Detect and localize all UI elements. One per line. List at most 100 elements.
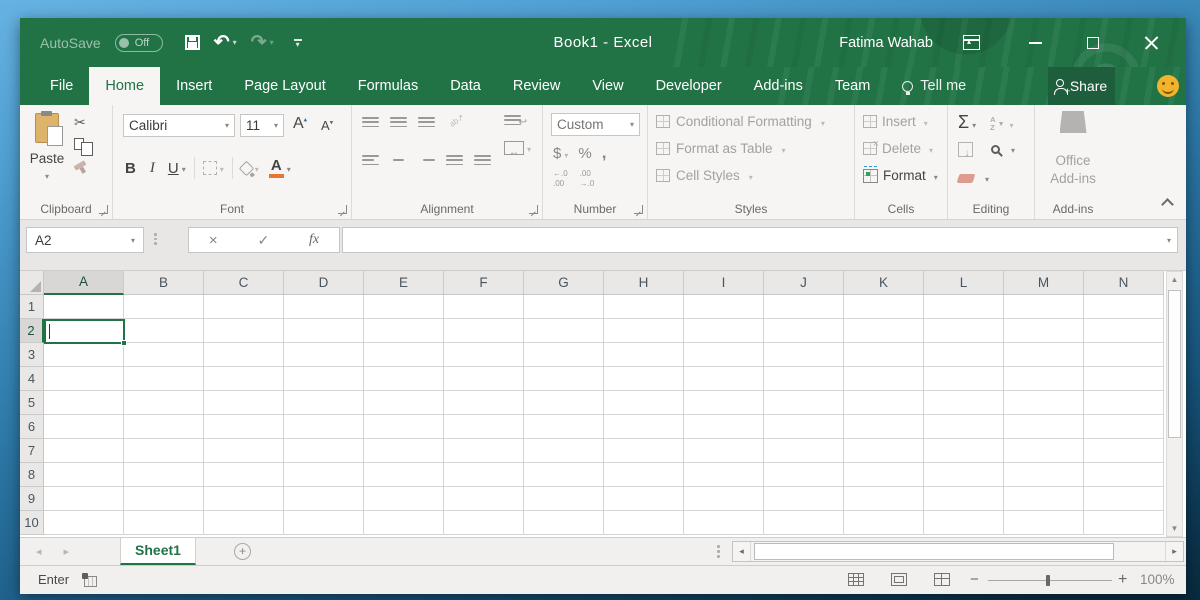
insert-function-button[interactable]: fx <box>309 232 319 248</box>
format-cells-button[interactable]: Format <box>863 168 938 183</box>
font-color-caret-icon[interactable] <box>284 159 291 177</box>
maximize-button[interactable] <box>1070 18 1116 67</box>
formula-bar-expand-icon[interactable]: ▾ <box>1167 236 1171 245</box>
row-header[interactable]: 7 <box>20 439 44 463</box>
row-header[interactable]: 4 <box>20 367 44 391</box>
tab-formulas[interactable]: Formulas <box>342 67 434 105</box>
undo-button[interactable]: ↶ ▾ <box>214 33 237 52</box>
formula-bar-input[interactable]: ▾ <box>342 227 1178 253</box>
save-icon[interactable] <box>185 35 200 50</box>
column-header[interactable]: J <box>764 271 844 295</box>
borders-caret-icon[interactable] <box>217 159 224 177</box>
copy-icon[interactable] <box>74 138 84 150</box>
column-header[interactable]: K <box>844 271 924 295</box>
orientation-icon[interactable] <box>444 111 466 132</box>
sheet-nav-right-icon[interactable]: ▸ <box>64 545 70 558</box>
name-box-splitter[interactable] <box>154 233 157 245</box>
decrease-indent-icon[interactable] <box>446 155 463 165</box>
vertical-scrollbar[interactable]: ▲ ▼ <box>1166 271 1183 537</box>
ribbon-display-options-icon[interactable] <box>963 35 980 50</box>
macro-record-icon[interactable] <box>84 576 97 587</box>
page-break-preview-icon[interactable] <box>934 573 950 586</box>
align-right-icon[interactable] <box>418 155 435 165</box>
conditional-formatting-button[interactable]: Conditional Formatting <box>656 114 825 129</box>
comma-format-icon[interactable]: , <box>602 143 607 163</box>
tab-home[interactable]: Home <box>89 67 160 105</box>
row-header[interactable]: 3 <box>20 343 44 367</box>
delete-cells-button[interactable]: Delete <box>863 141 933 156</box>
tab-view[interactable]: View <box>576 67 639 105</box>
column-header[interactable]: B <box>124 271 204 295</box>
grow-font-button[interactable]: A▴ <box>293 115 307 133</box>
normal-view-icon[interactable] <box>848 573 864 586</box>
underline-caret-icon[interactable] <box>179 159 186 177</box>
clipboard-dialog-launcher-icon[interactable] <box>99 205 108 214</box>
tab-page-layout[interactable]: Page Layout <box>228 67 341 105</box>
row-header[interactable]: 1 <box>20 295 44 319</box>
align-bottom-icon[interactable] <box>418 117 435 127</box>
tab-file[interactable]: File <box>34 67 89 105</box>
zoom-slider-thumb[interactable] <box>1046 575 1050 586</box>
format-as-table-button[interactable]: Format as Table <box>656 141 786 156</box>
number-format-select[interactable]: Custom ▾ <box>551 113 640 136</box>
close-button[interactable] <box>1128 18 1174 67</box>
tab-add-ins[interactable]: Add-ins <box>738 67 819 105</box>
scroll-left-icon[interactable]: ◂ <box>733 542 751 561</box>
autosave-toggle[interactable]: Off <box>115 34 163 52</box>
new-sheet-button[interactable]: + <box>234 543 251 560</box>
column-header[interactable]: H <box>604 271 684 295</box>
font-color-button[interactable]: A <box>269 159 284 178</box>
sheet-tab-sheet1[interactable]: Sheet1 <box>120 538 196 565</box>
underline-button[interactable]: U <box>168 160 179 177</box>
tab-data[interactable]: Data <box>434 67 497 105</box>
row-header[interactable]: 6 <box>20 415 44 439</box>
increase-indent-icon[interactable] <box>474 155 491 165</box>
cut-icon[interactable]: ✂ <box>74 115 86 129</box>
sort-filter-button[interactable]: AZ ▼ <box>990 115 1013 133</box>
insert-cells-button[interactable]: Insert <box>863 114 928 129</box>
page-layout-view-icon[interactable] <box>891 573 907 586</box>
zoom-out-button[interactable]: − <box>970 566 979 593</box>
cancel-entry-button[interactable]: × <box>209 232 218 249</box>
accounting-format-icon[interactable]: $ <box>553 145 568 162</box>
font-dialog-launcher-icon[interactable] <box>338 205 347 214</box>
row-header[interactable]: 5 <box>20 391 44 415</box>
find-select-button[interactable] <box>991 145 1000 154</box>
collapse-ribbon-icon[interactable] <box>1161 198 1174 211</box>
alignment-dialog-launcher-icon[interactable] <box>529 205 538 214</box>
sheet-nav-left-icon[interactable]: ◂ <box>36 545 42 558</box>
font-size-select[interactable]: 11 ▾ <box>240 114 284 137</box>
select-all-corner[interactable] <box>20 271 44 295</box>
column-header[interactable]: F <box>444 271 524 295</box>
increase-decimal-icon[interactable]: ←.0 .00 <box>553 169 568 190</box>
fill-button[interactable] <box>958 142 973 157</box>
row-header[interactable]: 2 <box>20 319 44 343</box>
merge-caret-icon[interactable] <box>524 139 531 157</box>
decrease-decimal-icon[interactable]: .00 →.0 <box>580 169 595 190</box>
share-button[interactable]: Share <box>1048 67 1115 105</box>
format-painter-icon[interactable] <box>74 160 87 170</box>
tab-review[interactable]: Review <box>497 67 577 105</box>
fill-handle[interactable] <box>121 340 127 346</box>
column-header[interactable]: E <box>364 271 444 295</box>
bold-button[interactable]: B <box>125 160 136 177</box>
name-box[interactable]: A2 ▾ <box>26 227 144 253</box>
font-family-select[interactable]: Calibri ▾ <box>123 114 235 137</box>
autosum-button[interactable]: Σ <box>958 113 976 135</box>
zoom-slider[interactable] <box>988 580 1112 581</box>
tab-developer[interactable]: Developer <box>640 67 738 105</box>
align-top-icon[interactable] <box>362 117 379 127</box>
column-header[interactable]: G <box>524 271 604 295</box>
align-middle-icon[interactable] <box>390 117 407 127</box>
horizontal-scrollbar[interactable]: ◂ ▸ <box>732 541 1184 562</box>
scroll-up-icon[interactable]: ▲ <box>1167 275 1182 284</box>
scroll-right-icon[interactable]: ▸ <box>1165 542 1183 561</box>
tab-team[interactable]: Team <box>819 67 886 105</box>
borders-icon[interactable] <box>203 161 217 175</box>
quick-access-customize-button[interactable]: ▾ <box>294 39 302 47</box>
feedback-smiley-button[interactable] <box>1157 75 1179 97</box>
column-header[interactable]: C <box>204 271 284 295</box>
zoom-level[interactable]: 100% <box>1140 566 1175 594</box>
redo-button[interactable]: ↷ ▾ <box>251 33 274 52</box>
worksheet-cells[interactable] <box>44 295 1164 535</box>
